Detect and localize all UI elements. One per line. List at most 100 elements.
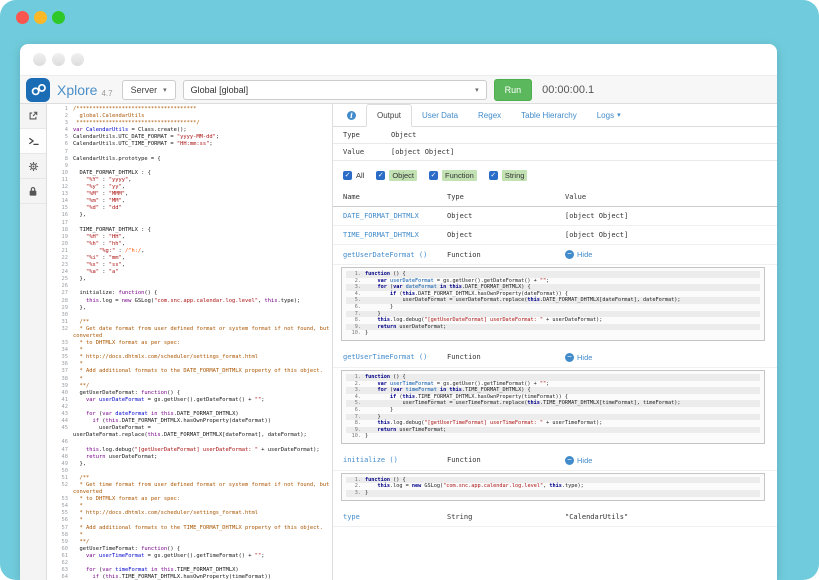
- line-code: if (this.TIME_FORMAT_DHTMLX.hasOwnProper…: [73, 574, 332, 580]
- result-name-link[interactable]: DATE_FORMAT_DHTMLX: [343, 212, 419, 220]
- source-line: 5. userTimeFormat = userTimeFormat.repla…: [346, 400, 760, 407]
- xplore-logo: [26, 78, 50, 102]
- run-button[interactable]: Run: [494, 79, 533, 101]
- line-number: 21: [47, 248, 73, 255]
- line-code: *: [73, 347, 332, 354]
- line-code: "%m" : "MM",: [73, 198, 332, 205]
- editor-line: 31 /**: [47, 319, 332, 326]
- close-window-button[interactable]: [16, 11, 29, 24]
- line-number: 9: [47, 163, 73, 170]
- rail-item-console[interactable]: [20, 129, 46, 154]
- line-code: "%Y" : "yyyy",: [73, 177, 332, 184]
- info-circle-icon: i: [347, 111, 356, 120]
- source-line-number: 1.: [346, 477, 365, 484]
- tab-info[interactable]: i: [337, 104, 366, 126]
- filter-function[interactable]: ✓Function: [429, 170, 477, 181]
- scope-select[interactable]: Global [global] ▾: [183, 80, 487, 100]
- editor-line: 15 "%d" : "dd": [47, 205, 332, 212]
- glasses-icon: [30, 81, 47, 98]
- hide-toggle[interactable]: −Hide: [565, 456, 777, 465]
- result-name-link[interactable]: getUserDateFormat (): [343, 251, 427, 259]
- line-code: *: [73, 361, 332, 368]
- source-line: 10.}: [346, 330, 760, 337]
- source-line-code: this.log.debug("[getUserDateFormat] user…: [365, 317, 602, 324]
- editor-line: 12 "%y" : "yy",: [47, 184, 332, 191]
- editor-line: 13 "%M" : "MMM",: [47, 191, 332, 198]
- line-code: * Get date format from user defined form…: [73, 326, 332, 340]
- source-line: 6. }: [346, 407, 760, 414]
- line-code: this.log.debug("[getUserDateFormat] user…: [73, 447, 332, 454]
- execution-timer: 00:00:00.1: [542, 84, 594, 96]
- filter-all[interactable]: ✓ All: [343, 171, 364, 180]
- source-line: 8. this.log.debug("[getUserDateFormat] u…: [346, 317, 760, 324]
- tab-logs[interactable]: Logs▾: [587, 104, 631, 126]
- line-number: 17: [47, 220, 73, 227]
- checkbox-all[interactable]: ✓: [343, 171, 352, 180]
- result-name-link[interactable]: getUserTimeFormat (): [343, 353, 427, 361]
- checkbox-function[interactable]: ✓: [429, 171, 438, 180]
- zoom-window-button[interactable]: [52, 11, 65, 24]
- rail-item-settings[interactable]: [20, 154, 46, 179]
- server-dropdown[interactable]: Server ▾: [122, 80, 176, 100]
- rail-item-open-new-window[interactable]: [20, 104, 46, 129]
- results-table: DATE_FORMAT_DHTMLXObject[object Object]T…: [333, 207, 777, 580]
- line-code: CalendarUtils.UTC_DATE_FORMAT = "yyyy-MM…: [73, 134, 332, 141]
- line-code: getUserTimeFormat: function() {: [73, 546, 332, 553]
- editor-line: 32 * Get date format from user defined f…: [47, 326, 332, 340]
- hide-toggle[interactable]: −Hide: [565, 353, 777, 362]
- editor-line: 34 *: [47, 347, 332, 354]
- tab-label: Regex: [478, 111, 501, 120]
- line-number: 10: [47, 170, 73, 177]
- minimize-window-button[interactable]: [34, 11, 47, 24]
- editor-line: 39 **/: [47, 383, 332, 390]
- line-code: **/: [73, 383, 332, 390]
- hide-toggle[interactable]: −Hide: [565, 250, 777, 259]
- tab-output[interactable]: Output: [366, 104, 412, 127]
- line-code: "%i" : "mm",: [73, 255, 332, 262]
- checkbox-object[interactable]: ✓: [376, 171, 385, 180]
- editor-line: 2 global.CalendarUtils: [47, 113, 332, 120]
- line-number: 5: [47, 134, 73, 141]
- filter-string[interactable]: ✓ String: [489, 170, 528, 181]
- source-line-number: 10.: [346, 330, 365, 337]
- result-name-link[interactable]: type: [343, 513, 360, 521]
- editor-line: 53 * to DHTMLX format as per spec:: [47, 496, 332, 503]
- filter-object[interactable]: ✓Object: [376, 170, 417, 181]
- tab-regex[interactable]: Regex: [468, 104, 511, 126]
- code-editor[interactable]: 1/*************************************2…: [47, 104, 332, 580]
- editor-line: 9: [47, 163, 332, 170]
- line-number: 55: [47, 510, 73, 517]
- line-code: },: [73, 305, 332, 312]
- line-code: getUserDateFormat: function() {: [73, 390, 332, 397]
- editor-line: 52 * Get time format from user defined f…: [47, 482, 332, 496]
- filter-label: String: [502, 170, 528, 181]
- line-code: "%h" : "hh",: [73, 241, 332, 248]
- rail-item-lock[interactable]: [20, 179, 46, 204]
- line-number: 31: [47, 319, 73, 326]
- tab-label: Output: [377, 111, 401, 120]
- editor-line: 48 return userDateFormat;: [47, 454, 332, 461]
- result-name-link[interactable]: initialize (): [343, 456, 398, 464]
- line-code: var CalendarUtils = Class.create();: [73, 127, 332, 134]
- checkbox-string[interactable]: ✓: [489, 171, 498, 180]
- output-tabbar: i Output User Data Regex Table HierarchyLog…: [333, 104, 777, 127]
- faded-window-dot: [71, 53, 84, 66]
- tab-table-hierarchy[interactable]: Table Hierarchy: [511, 104, 587, 126]
- line-number: 1: [47, 106, 73, 113]
- source-line: 1.function () {: [346, 271, 760, 278]
- line-number: 60: [47, 546, 73, 553]
- source-line-code: function () {: [365, 477, 406, 484]
- line-code: if (this.DATE_FORMAT_DHTMLX.hasOwnProper…: [73, 418, 332, 425]
- filter-label: All: [356, 171, 364, 180]
- line-number: 45: [47, 425, 73, 439]
- line-number: 39: [47, 383, 73, 390]
- inner-titlebar: [20, 44, 777, 75]
- tab-user-data[interactable]: User Data: [412, 104, 468, 126]
- line-number: 51: [47, 475, 73, 482]
- source-line-code: return userDateFormat;: [365, 324, 446, 331]
- editor-line: 42: [47, 404, 332, 411]
- source-line: 3.}: [346, 490, 760, 497]
- result-name-link[interactable]: TIME_FORMAT_DHTMLX: [343, 231, 419, 239]
- source-line-code: if (this.TIME_FORMAT_DHTMLX.hasOwnProper…: [365, 394, 568, 401]
- main-split: 1/*************************************2…: [20, 104, 777, 580]
